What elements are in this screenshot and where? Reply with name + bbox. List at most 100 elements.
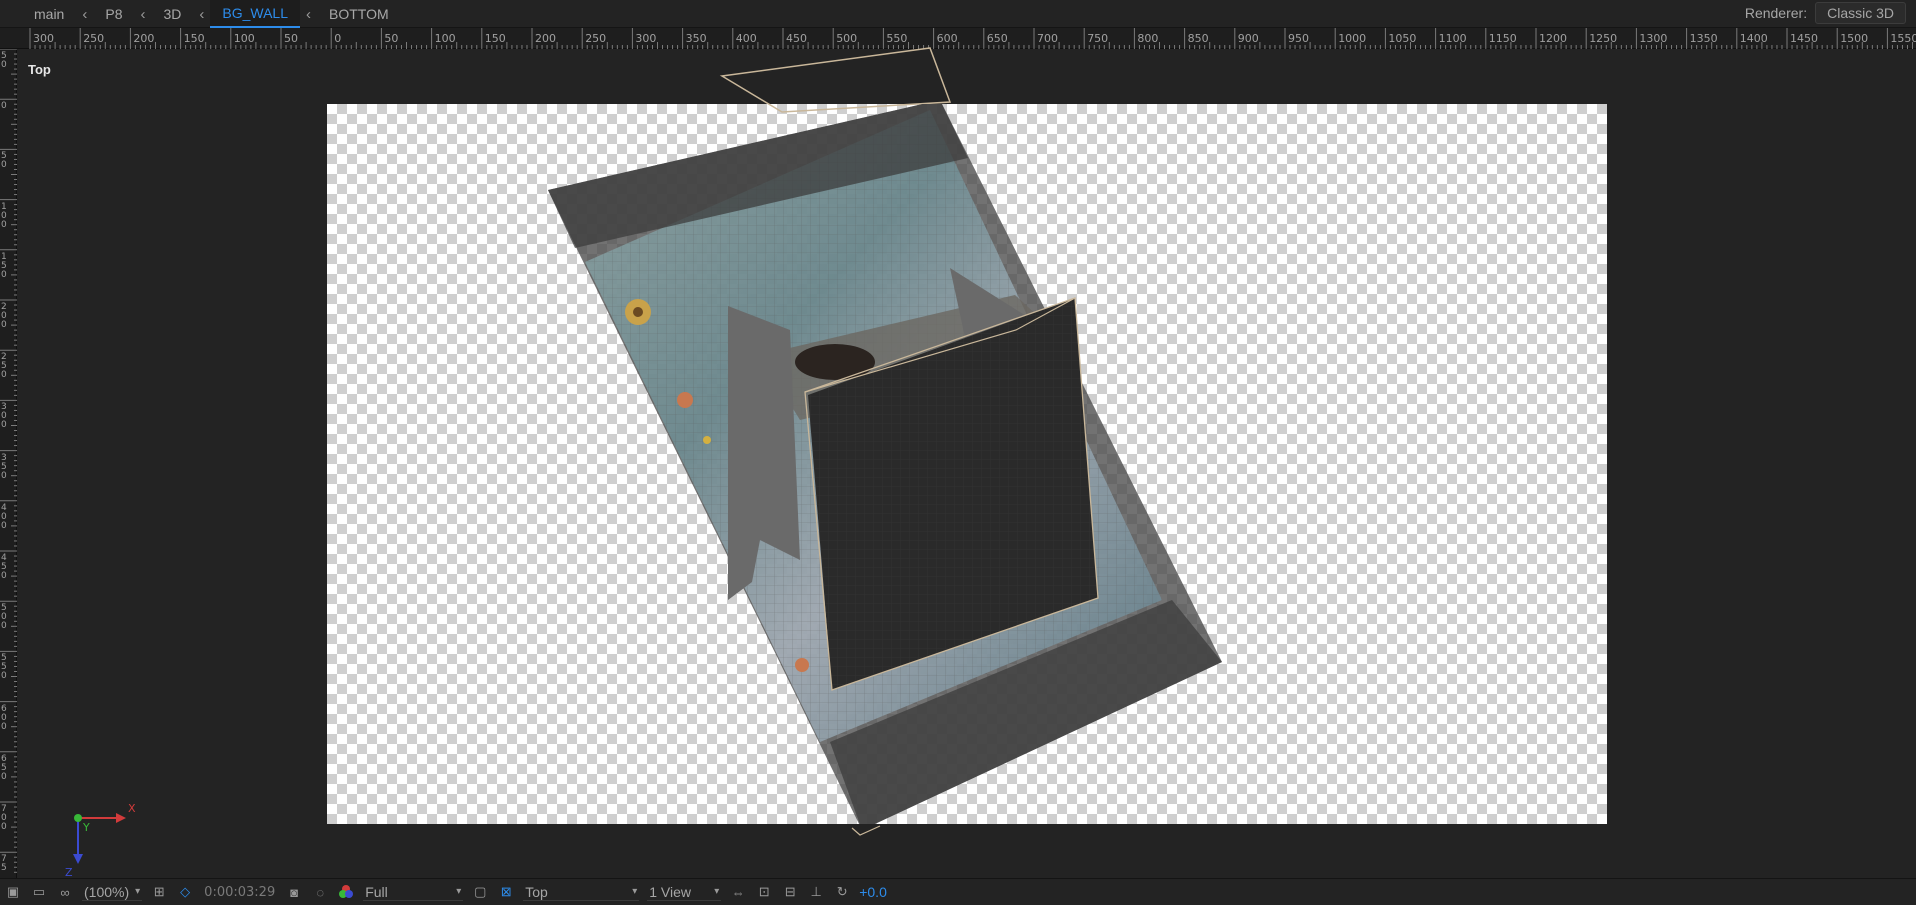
ruler-tick-label: 0	[1, 101, 7, 112]
chevron-left-icon: ‹	[306, 5, 312, 23]
viewer-toolbar: ▣ ▭ ∞ (100%) ▾ ⊞ ◇ 0:00:03:29 ◙ ◌ Full ▾…	[0, 878, 1916, 905]
3d-view-select[interactable]: Top ▾	[523, 884, 640, 901]
vr-glasses-icon[interactable]: ∞	[56, 883, 74, 901]
timeline-icon[interactable]: ⊟	[781, 883, 799, 901]
ruler-tick-label: 500	[1, 603, 7, 632]
region-of-interest-icon[interactable]: ▢	[471, 883, 489, 901]
renderer-control: Renderer: Classic 3D	[1745, 2, 1906, 24]
fast-previews-icon[interactable]: ⊡	[755, 883, 773, 901]
ruler-tick-label: 700	[1037, 32, 1058, 45]
crumb-bottom[interactable]: BOTTOM	[317, 0, 401, 28]
ruler-tick-label: 50	[1, 51, 7, 70]
chevron-left-icon: ‹	[199, 5, 205, 23]
ruler-tick-label: 300	[1, 402, 7, 431]
composition-canvas[interactable]	[327, 104, 1607, 824]
ruler-tick-label: 750	[1087, 32, 1109, 45]
ruler-tick-label: 150	[1, 251, 7, 280]
rgb-circles-icon	[339, 885, 354, 898]
axis-gizmo-icon	[73, 813, 126, 864]
ruler-tick-label: 500	[836, 32, 858, 45]
ruler-tick-label: 100	[233, 32, 255, 45]
ruler-tick-label: 50	[1, 151, 7, 171]
view-label: Top	[28, 62, 51, 77]
ruler-tick-label: 1200	[1539, 32, 1567, 45]
view-layout-value: 1 View	[649, 883, 691, 900]
zoom-value: (100%)	[84, 883, 130, 900]
ruler-tick-label: 250	[1, 352, 7, 381]
ruler-tick-label: 550	[1, 653, 7, 682]
zoom-select[interactable]: (100%) ▾	[82, 883, 143, 901]
flowchart-icon[interactable]: ⊥	[807, 883, 825, 901]
ruler-tick-label: 250	[83, 32, 105, 45]
ruler-tick-label: 1100	[1438, 32, 1467, 45]
ruler-tick-label: 600	[936, 32, 958, 45]
ruler-tick-label: 350	[685, 32, 707, 45]
ruler-tick-label: 150	[183, 32, 205, 45]
ruler-tick-label: 1450	[1790, 32, 1818, 45]
renderer-button[interactable]: Classic 3D	[1815, 2, 1906, 24]
ruler-tick-label: 100	[1, 201, 7, 230]
ruler-tick-label: 650	[986, 32, 1008, 45]
ruler-tick-label: 50	[384, 32, 399, 45]
mask-visibility-icon[interactable]: ◇	[176, 883, 194, 901]
crumb-main[interactable]: main	[22, 0, 76, 28]
ruler-tick-label: 550	[886, 32, 908, 45]
x-axis-label: X	[128, 802, 136, 815]
chevron-left-icon: ‹	[82, 5, 88, 23]
chevron-left-icon: ‹	[140, 5, 146, 23]
crumb-bg-wall[interactable]: BG_WALL	[210, 0, 301, 28]
ruler-tick-label: 1050	[1388, 32, 1417, 45]
reset-exposure-icon[interactable]: ↻	[833, 883, 851, 901]
view-layout-select[interactable]: 1 View ▾	[647, 883, 722, 901]
crumb-p8[interactable]: P8	[93, 0, 134, 28]
exposure-value[interactable]: +0.0	[859, 884, 887, 900]
ruler-tick-label: 50	[284, 32, 298, 45]
ruler-tick-label: 650	[1, 753, 7, 782]
renderer-label: Renderer:	[1744, 5, 1808, 21]
ruler-tick-label: 1500	[1840, 32, 1869, 45]
ruler-tick-label: 300	[635, 32, 657, 45]
ruler-tick-label: 400	[735, 32, 757, 45]
crumb-3d[interactable]: 3D	[151, 0, 193, 28]
chevron-down-icon: ▾	[632, 886, 638, 897]
current-time[interactable]: 0:00:03:29	[204, 885, 275, 900]
ruler-tick-label: 300	[33, 32, 54, 45]
resolution-select[interactable]: Full ▾	[363, 884, 464, 901]
ruler-tick-label: 1000	[1338, 32, 1367, 45]
ruler-tick-label: 1350	[1689, 32, 1718, 45]
chevron-down-icon: ▾	[714, 886, 720, 897]
chevron-down-icon: ▾	[135, 886, 141, 897]
toggle-pixel-aspect-icon[interactable]: ⇔	[729, 883, 747, 901]
color-channels-icon[interactable]	[337, 883, 355, 901]
ruler-tick-label: 350	[1, 452, 7, 481]
ruler-tick-label: 450	[786, 32, 807, 45]
ruler-tick-label: 0	[334, 32, 342, 45]
ruler-tick-label: 200	[535, 32, 556, 45]
ruler-tick-label: 1300	[1639, 32, 1668, 45]
ruler-tick-label: 75	[1, 854, 7, 874]
ruler-tick-label: 200	[133, 32, 155, 45]
ruler-tick-label: 900	[1237, 32, 1259, 45]
vertical-ruler[interactable]: 5005010015020025030035040045050055060065…	[0, 49, 17, 878]
ruler-tick-label: 1400	[1739, 32, 1768, 45]
horizontal-ruler[interactable]: 300 250 200 150 100 50 0 50 100 150 200 250 300 350 40…	[0, 28, 1916, 49]
composition-navigator-bar: main ‹ P8 ‹ 3D ‹ BG_WALL ‹ BOTTOM Render…	[0, 0, 1916, 28]
ruler-tick-label: 250	[585, 32, 607, 45]
ruler-tick-label: 150	[484, 32, 506, 45]
camera-snapshot-icon[interactable]: ◙	[285, 883, 303, 901]
show-snapshot-icon[interactable]: ◌	[311, 883, 329, 901]
monitor-icon[interactable]: ▭	[30, 883, 48, 901]
axis-gizmo: X Y Z	[60, 800, 150, 880]
chevron-down-icon: ▾	[456, 886, 462, 897]
transparency-grid-icon[interactable]: ⊠	[497, 883, 515, 901]
always-preview-icon[interactable]: ▣	[4, 883, 22, 901]
grid-guides-icon[interactable]: ⊞	[150, 883, 168, 901]
ruler-tick-label: 1150	[1488, 32, 1517, 45]
y-axis-label: Y	[83, 821, 90, 834]
ruler-tick-label: 700	[1, 804, 7, 832]
ruler-tick-label: 1550	[1890, 32, 1916, 45]
ruler-tick-label: 800	[1137, 32, 1159, 45]
ruler-tick-label: 450	[1, 553, 7, 581]
ruler-tick-label: 850	[1187, 32, 1209, 45]
ruler-tick-label: 200	[1, 302, 7, 330]
